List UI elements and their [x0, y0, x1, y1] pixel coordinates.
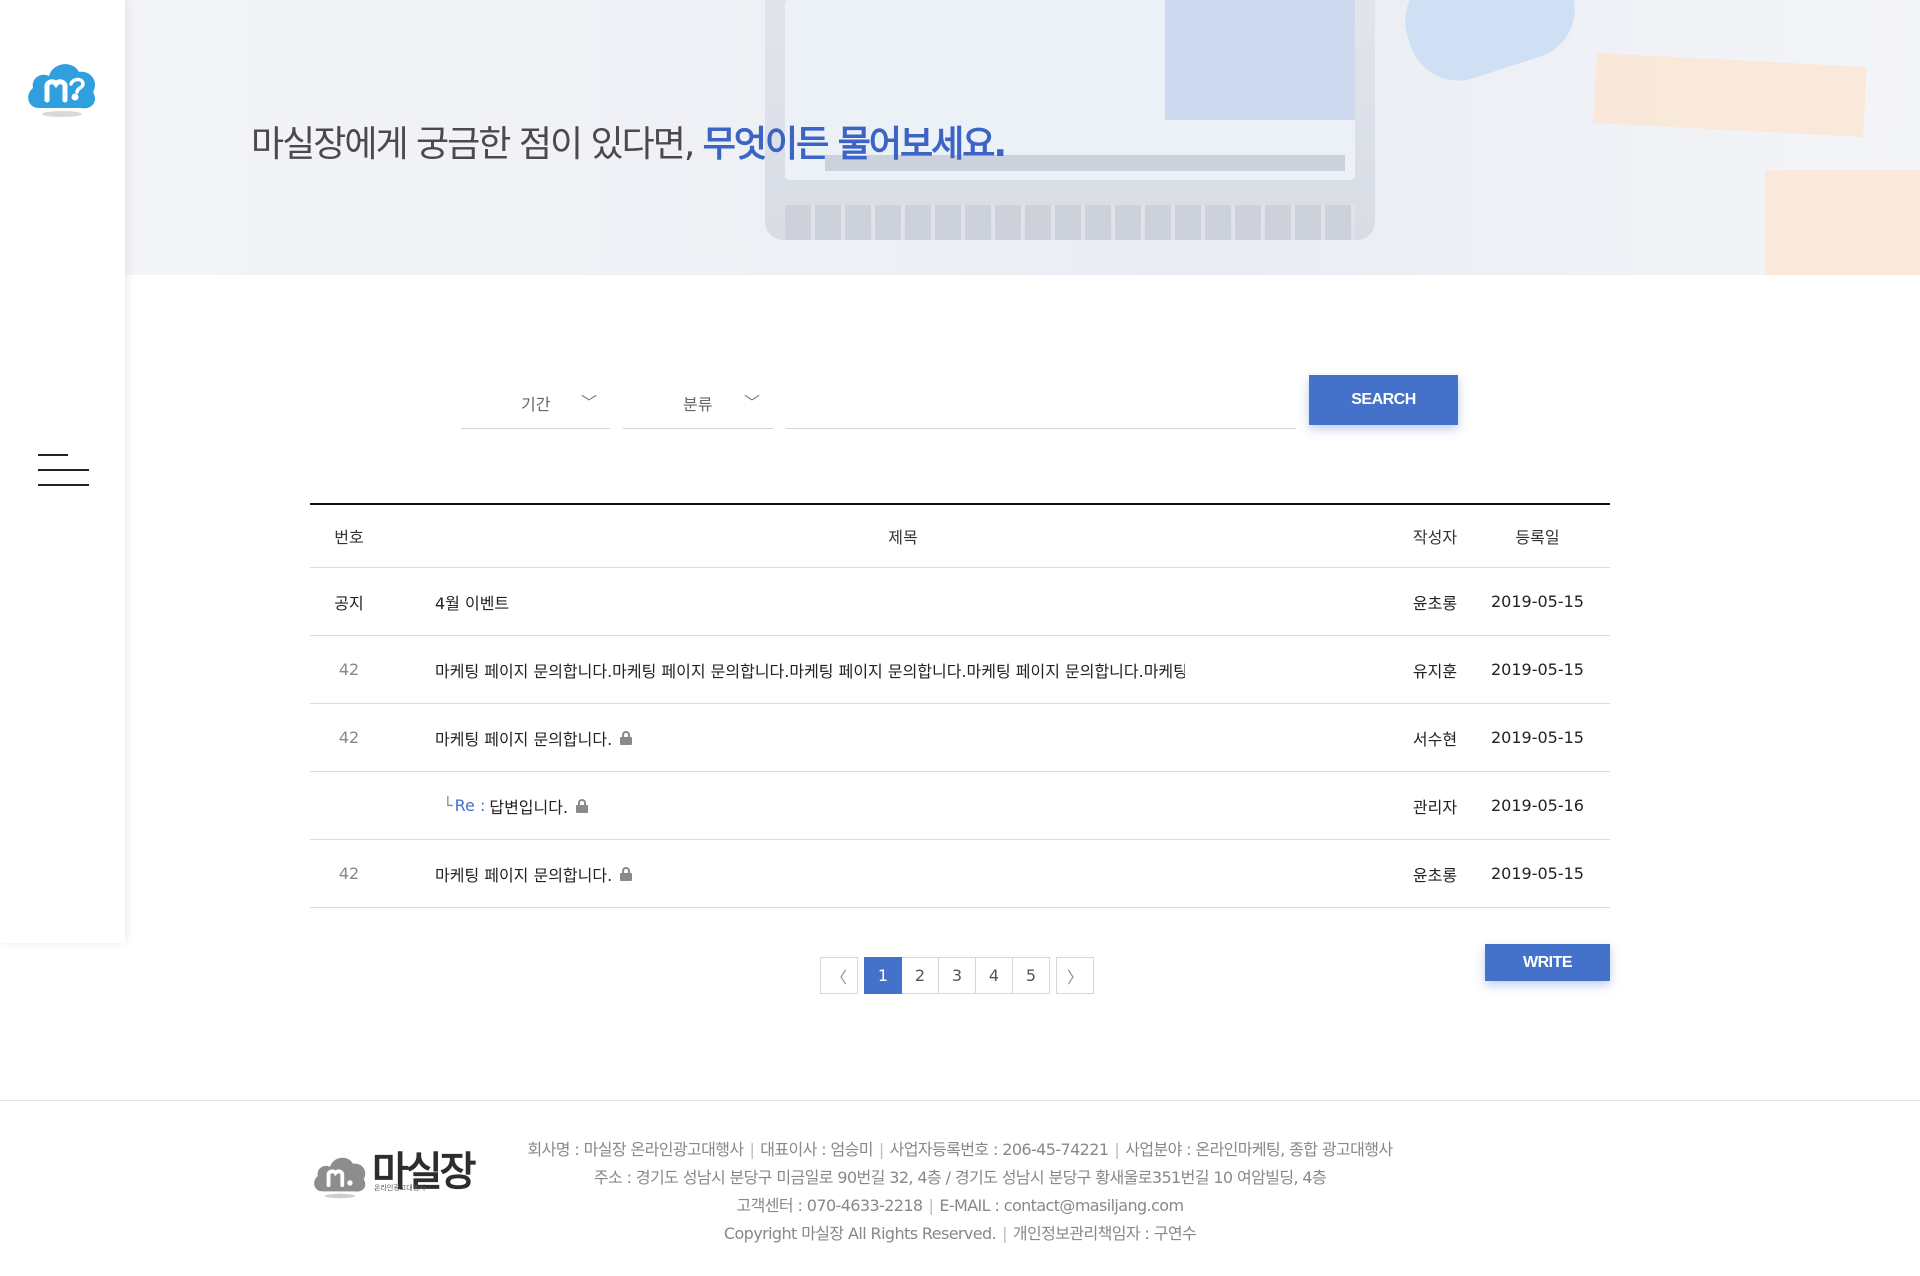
footer-line-2: 주소 : 경기도 성남시 분당구 미금일로 90번길 32, 4층 / 경기도 …	[500, 1164, 1420, 1192]
table-header-row: 번호 제목 작성자 등록일	[310, 505, 1610, 568]
board-table: 번호 제목 작성자 등록일 공지 4월 이벤트 윤초롱 2019-05-15 4…	[310, 503, 1610, 908]
write-button[interactable]: WRITE	[1485, 944, 1610, 981]
table-row-reply[interactable]: └ Re : 답변입니다. 관리자 2019-05-16	[310, 772, 1610, 840]
page-button-2[interactable]: 2	[901, 957, 939, 994]
footer-logo-subtitle: 온라인광고대행사	[374, 1184, 426, 1192]
period-select[interactable]: 기간 ﹀	[461, 375, 610, 429]
row-title: 답변입니다.	[489, 797, 569, 817]
footer-email: E-MAIL : contact@masiljang.com	[939, 1196, 1184, 1215]
footer-line-3: 고객센터 : 070-4633-2218 | E-MAIL : contact@ma…	[736, 1196, 1185, 1215]
table-row[interactable]: 공지 4월 이벤트 윤초롱 2019-05-15	[310, 568, 1610, 636]
footer-business-number: 사업자등록번호 : 206-45-74221	[889, 1140, 1109, 1159]
footer-logo[interactable]: 마실장 온라인광고대행사	[310, 1139, 476, 1199]
row-title-link[interactable]: 마케팅 페이지 문의합니다.	[435, 704, 1185, 771]
page-button-5[interactable]: 5	[1012, 957, 1050, 994]
search-input[interactable]	[786, 375, 1296, 429]
header-no: 번호	[334, 528, 364, 547]
masiljang-logo-icon[interactable]	[25, 50, 99, 118]
hero-sticky-note	[1593, 52, 1867, 138]
row-date: 2019-05-15	[1491, 592, 1584, 611]
table-row[interactable]: 42 마케팅 페이지 문의합니다.마케팅 페이지 문의합니다.마케팅 페이지 문…	[310, 636, 1610, 704]
category-select[interactable]: 분류 ﹀	[623, 375, 773, 429]
lock-icon	[620, 730, 633, 745]
page-button-3[interactable]: 3	[938, 957, 976, 994]
footer-company-info: 회사명 : 마실장 온라인광고대행사 | 대표이사 : 엄승미 | 사업자등록번호 : …	[500, 1136, 1420, 1248]
footer-ceo: 대표이사 : 엄승미	[760, 1140, 873, 1159]
footer-business-field: 사업분야 : 온라인마케팅, 종합 광고대행사	[1125, 1140, 1393, 1159]
row-title: 마케팅 페이지 문의합니다.마케팅 페이지 문의합니다.마케팅 페이지 문의합니…	[435, 661, 1185, 681]
row-date: 2019-05-15	[1491, 728, 1584, 747]
header-date: 등록일	[1515, 528, 1560, 547]
header-author: 작성자	[1412, 528, 1458, 547]
period-select-label: 기간	[521, 395, 551, 414]
row-title-link[interactable]: └ Re : 답변입니다.	[435, 772, 1185, 839]
footer-line-4: Copyright 마실장 All Rights Reserved. | 개인정보관…	[723, 1224, 1197, 1243]
row-title-link[interactable]: 4월 이벤트	[435, 568, 1185, 635]
footer: 마실장 온라인광고대행사 회사명 : 마실장 온라인광고대행사 | 대표이사 : 엄…	[0, 1100, 1920, 1276]
table-row[interactable]: 42 마케팅 페이지 문의합니다. 서수현 2019-05-15	[310, 704, 1610, 772]
sidebar	[0, 0, 125, 943]
category-select-label: 분류	[683, 395, 713, 414]
chevron-down-icon: ﹀	[581, 393, 598, 412]
page-button-1[interactable]: 1	[864, 957, 902, 994]
row-no: 42	[338, 728, 360, 747]
chevron-down-icon: ﹀	[744, 393, 761, 412]
row-title: 4월 이벤트	[435, 593, 510, 613]
footer-address: 주소 : 경기도 성남시 분당구 미금일로 90번길 32, 4층 / 경기도 …	[593, 1168, 1327, 1187]
row-author: 관리자	[1412, 797, 1458, 817]
row-no	[310, 772, 388, 839]
row-title-link[interactable]: 마케팅 페이지 문의합니다.	[435, 840, 1185, 907]
hero-mouse-image	[1392, 0, 1588, 94]
reply-tag: Re :	[454, 796, 486, 815]
table-row[interactable]: 42 마케팅 페이지 문의합니다. 윤초롱 2019-05-15	[310, 840, 1610, 908]
reply-indent-icon: └	[443, 796, 453, 815]
row-author: 서수현	[1412, 729, 1458, 749]
search-button[interactable]: SEARCH	[1309, 375, 1458, 425]
hero-headline: 마실장에게 궁금한 점이 있다면, 무엇이든 물어보세요.	[251, 115, 1007, 167]
row-no: 공지	[334, 593, 364, 613]
row-no: 42	[338, 864, 360, 883]
row-title-link[interactable]: 마케팅 페이지 문의합니다.마케팅 페이지 문의합니다.마케팅 페이지 문의합니…	[435, 636, 1185, 703]
lock-icon	[576, 798, 589, 813]
row-author: 윤초롱	[1412, 865, 1458, 885]
page-button-4[interactable]: 4	[975, 957, 1013, 994]
hero-sticky-note	[1765, 170, 1920, 275]
row-no: 42	[338, 660, 360, 679]
row-date: 2019-05-16	[1491, 796, 1584, 815]
footer-line-1: 회사명 : 마실장 온라인광고대행사 | 대표이사 : 엄승미 | 사업자등록번호 : …	[527, 1140, 1394, 1159]
masiljang-logo-icon	[314, 1157, 366, 1199]
row-date: 2019-05-15	[1491, 660, 1584, 679]
row-title: 마케팅 페이지 문의합니다.	[435, 865, 613, 885]
row-author: 유지훈	[1412, 661, 1458, 681]
hero-headline-plain: 마실장에게 궁금한 점이 있다면,	[251, 124, 703, 165]
header-title: 제목	[888, 528, 918, 547]
lock-icon	[620, 866, 633, 881]
row-author: 윤초롱	[1412, 593, 1458, 613]
next-page-button[interactable]: 〉	[1056, 957, 1094, 994]
pagination: 〈 1 2 3 4 5 〉	[820, 957, 1094, 994]
hamburger-menu-icon[interactable]	[38, 454, 89, 488]
footer-phone: 고객센터 : 070-4633-2218	[736, 1196, 924, 1215]
hero-banner: 마실장에게 궁금한 점이 있다면, 무엇이든 물어보세요.	[125, 0, 1920, 275]
row-title: 마케팅 페이지 문의합니다.	[435, 729, 613, 749]
prev-page-button[interactable]: 〈	[820, 957, 858, 994]
footer-copyright: Copyright 마실장 All Rights Reserved.	[723, 1224, 997, 1243]
footer-privacy-officer: 개인정보관리책임자 : 구연수	[1012, 1224, 1197, 1243]
row-date: 2019-05-15	[1491, 864, 1584, 883]
hero-headline-accent: 무엇이든 물어보세요.	[702, 124, 1007, 165]
footer-company-name: 회사명 : 마실장 온라인광고대행사	[527, 1140, 745, 1159]
